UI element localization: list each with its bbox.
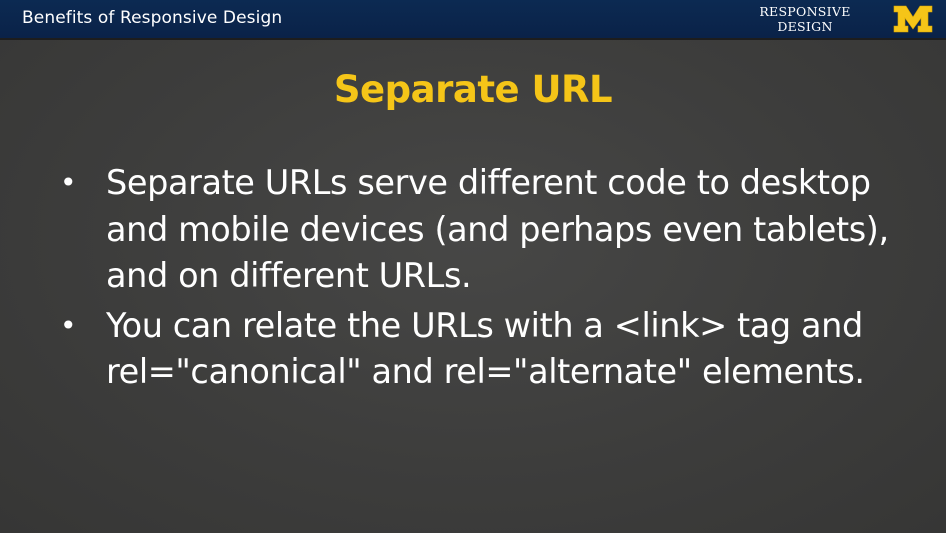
- wordmark-line-1: RESPONSIVE: [759, 4, 851, 19]
- bullet-text: You can relate the URLs with a <link> ta…: [106, 305, 865, 392]
- bullet-list: • Separate URLs serve different code to …: [60, 160, 900, 399]
- slide: Benefits of Responsive Design RESPONSIVE…: [0, 0, 946, 533]
- bullet-item: • You can relate the URLs with a <link> …: [60, 303, 900, 396]
- slide-title: Separate URL: [333, 68, 613, 111]
- bullet-text: Separate URLs serve different code to de…: [106, 163, 889, 295]
- header-bar: Benefits of Responsive Design RESPONSIVE…: [0, 0, 946, 40]
- header-title: Benefits of Responsive Design: [22, 8, 283, 28]
- block-m-logo-icon: [893, 5, 933, 33]
- bullet-item: • Separate URLs serve different code to …: [60, 160, 900, 300]
- bullet-marker: •: [60, 308, 77, 342]
- bullet-marker: •: [60, 166, 77, 199]
- wordmark-line-2: DESIGN: [777, 19, 833, 34]
- brand-wordmark: RESPONSIVE DESIGN: [752, 4, 858, 34]
